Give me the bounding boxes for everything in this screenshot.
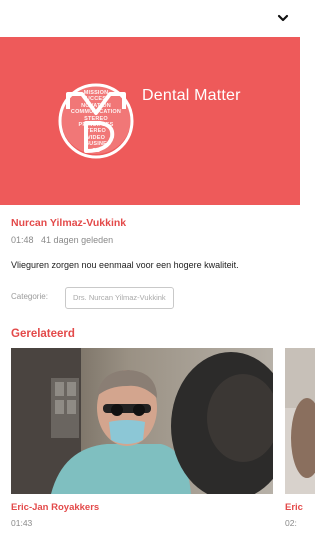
video-photo-icon: [285, 348, 315, 494]
related-video-duration: 01:43: [11, 518, 33, 528]
related-video-name: Eric-Jan Royakkers: [11, 502, 100, 513]
video-duration: 01:48: [11, 235, 34, 245]
brand-name: Dental Matter: [142, 87, 241, 104]
related-video-card[interactable]: Eric-Jan Royakkers 01:43: [11, 348, 273, 533]
video-age: 41 dagen geleden: [41, 235, 114, 245]
related-title: Gerelateerd: [11, 328, 75, 340]
related-video-thumbnail: [11, 348, 273, 494]
related-video-card[interactable]: Eric 02:: [285, 348, 315, 533]
dentist-photo-icon: [11, 348, 273, 494]
related-video-name: Eric: [285, 502, 303, 513]
category-chip[interactable]: Drs. Nurcan Yilmaz-Vukkink: [65, 287, 174, 309]
video-hero-banner[interactable]: MISSION UCCES NOVATION COMMUNICATION STEREO P…: [0, 37, 300, 205]
video-description: Vlieguren zorgen nou eenmaal voor een ho…: [11, 260, 239, 270]
category-label: Categorie:: [11, 292, 48, 301]
top-bar: [0, 0, 300, 37]
dental-matter-logo-icon: [58, 83, 134, 159]
related-video-thumbnail: [285, 348, 315, 494]
chevron-down-icon[interactable]: [276, 11, 290, 25]
related-video-duration: 02:: [285, 518, 297, 528]
video-meta: 01:48 41 dagen geleden: [11, 235, 113, 245]
video-author[interactable]: Nurcan Yilmaz-Vukkink: [11, 217, 126, 229]
